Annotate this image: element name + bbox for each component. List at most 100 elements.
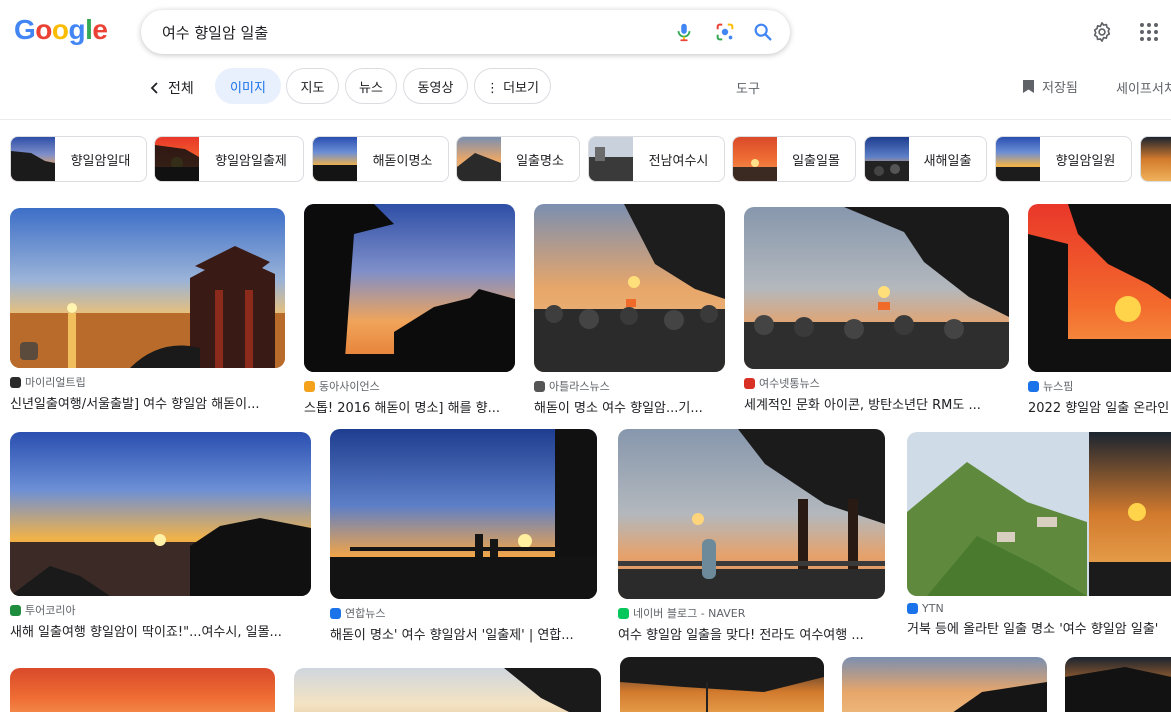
site-favicon-icon: [10, 376, 21, 388]
google-logo[interactable]: Google: [14, 14, 108, 46]
source-name: 마이리얼트립: [25, 376, 86, 389]
google-lens-icon[interactable]: [714, 21, 736, 43]
image-result[interactable]: 여수넷통뉴스 세계적인 문화 아이콘, 방탄소년단 RM도 ...: [744, 207, 1009, 413]
tab-label: 이미지: [230, 80, 266, 96]
chip-thumbnail: [865, 137, 909, 181]
image-result[interactable]: 동아사이언스 스톱! 2016 해돋이 명소] 해를 향...: [304, 204, 515, 416]
tab-label: 동영상: [417, 80, 454, 96]
related-chip[interactable]: 일출명소: [456, 136, 580, 182]
image-result[interactable]: [620, 657, 824, 712]
related-chip[interactable]: 새해일출: [864, 136, 987, 182]
result-image[interactable]: [304, 204, 515, 372]
search-tabs: 전체 이미지 지도 뉴스 동영상 ⋮ 더보기 도구 저장됨 세이프서치: [0, 66, 1171, 120]
result-source[interactable]: 아틀라스뉴스: [534, 378, 725, 394]
result-title[interactable]: 스톱! 2016 해돋이 명소] 해를 향...: [304, 397, 515, 416]
microphone-icon[interactable]: [673, 21, 695, 43]
image-result[interactable]: 투어코리아 새해 일출여행 향일암이 딱이죠!"...여수시, 일몰...: [10, 432, 311, 640]
related-chip[interactable]: 전남여수시: [588, 136, 725, 182]
result-source[interactable]: 동아사이언스: [304, 378, 515, 394]
red-sky-photo: [10, 668, 275, 712]
image-result[interactable]: [294, 668, 601, 712]
saved-button[interactable]: 저장됨: [1022, 77, 1078, 96]
tab-more[interactable]: ⋮ 더보기: [474, 68, 551, 104]
tab-label: 지도: [300, 80, 325, 96]
google-apps-grid-icon[interactable]: [1139, 22, 1159, 42]
tools-button[interactable]: 도구: [736, 78, 760, 97]
result-source[interactable]: 네이버 블로그 - NAVER: [618, 605, 885, 621]
chip-thumbnail: [589, 137, 633, 181]
image-result[interactable]: [1065, 657, 1171, 712]
chip-label: 일출명소: [516, 153, 564, 169]
result-image[interactable]: [620, 657, 824, 712]
chip-label: 새해일출: [923, 153, 972, 169]
site-favicon-icon: [534, 380, 545, 392]
result-title[interactable]: 여수 향일암 일출을 맞다! 전라도 여수여행 ...: [618, 624, 885, 643]
result-image[interactable]: [10, 668, 275, 712]
result-image[interactable]: [10, 432, 311, 596]
result-image[interactable]: [1028, 204, 1171, 372]
result-source[interactable]: 뉴스핌: [1028, 378, 1171, 394]
tab-images[interactable]: 이미지: [215, 68, 281, 104]
tab-maps[interactable]: 지도: [286, 68, 339, 104]
search-input[interactable]: 여수 향일암 일출: [162, 22, 268, 43]
result-image[interactable]: [842, 657, 1047, 712]
bookmark-icon: [1023, 80, 1034, 93]
related-chip[interactable]: 향일암일대: [10, 136, 147, 182]
dark-roof-photo: [1065, 657, 1171, 712]
search-box[interactable]: 여수 향일암 일출: [141, 10, 790, 54]
result-title[interactable]: 새해 일출여행 향일암이 딱이죠!"...여수시, 일몰...: [10, 621, 311, 640]
search-icon[interactable]: [752, 21, 774, 43]
pale-sky-photo: [294, 668, 601, 712]
chip-thumbnail: [11, 137, 55, 181]
result-image[interactable]: [907, 432, 1171, 596]
result-image[interactable]: [1065, 657, 1171, 712]
chip-label: 해돋이명소: [372, 153, 433, 169]
site-favicon-icon: [330, 607, 341, 619]
related-chip[interactable]: 일출일몰: [732, 136, 856, 182]
result-source[interactable]: YTN: [907, 602, 1171, 615]
result-source[interactable]: 연합뉴스: [330, 605, 597, 621]
related-chip[interactable]: 향일암일출제: [154, 136, 304, 182]
source-name: 뉴스핌: [1043, 380, 1074, 393]
tab-videos[interactable]: 동영상: [403, 68, 468, 104]
crowd-pavilion-photo: [744, 207, 1009, 369]
image-result[interactable]: 아틀라스뉴스 해돋이 명소 여수 향일암...기...: [534, 204, 725, 416]
safesearch-button[interactable]: 세이프서치: [1116, 78, 1171, 97]
result-image[interactable]: [330, 429, 597, 599]
chevron-left-icon: [150, 82, 158, 94]
chip-label: 향일암일출제: [215, 153, 287, 169]
result-source[interactable]: 투어코리아: [10, 602, 311, 618]
related-search-chips: 향일암일대 향일암일출제 해돋이명소 일출명소 전남여수시 일출일몰 새해일출 …: [0, 136, 1171, 182]
image-result[interactable]: [10, 668, 275, 712]
image-result[interactable]: 뉴스핌 2022 향일암 일출 온라인: [1028, 204, 1171, 416]
image-result[interactable]: [842, 657, 1047, 712]
settings-gear-icon[interactable]: [1091, 21, 1113, 43]
result-title[interactable]: 세계적인 문화 아이콘, 방탄소년단 RM도 ...: [744, 394, 1009, 413]
related-chip[interactable]: 향일암일원: [995, 136, 1132, 182]
source-name: YTN: [922, 602, 944, 615]
result-title[interactable]: 해돋이 명소' 여수 향일암서 '일출제' | 연합...: [330, 624, 597, 643]
result-title[interactable]: 해돋이 명소 여수 향일암...기...: [534, 397, 725, 416]
result-image[interactable]: [294, 668, 601, 712]
tab-news[interactable]: 뉴스: [345, 68, 397, 104]
image-result[interactable]: YTN 거북 등에 올라탄 일출 명소 '여수 향일암 일출': [907, 432, 1171, 637]
result-image[interactable]: [618, 429, 885, 599]
result-source[interactable]: 마이리얼트립: [10, 374, 285, 390]
related-chip[interactable]: [1140, 136, 1171, 182]
result-image[interactable]: [744, 207, 1009, 369]
result-image[interactable]: [10, 208, 285, 368]
result-title[interactable]: 신년일출여행/서울출발] 여수 향일암 해돋이...: [10, 393, 285, 412]
result-title[interactable]: 거북 등에 올라탄 일출 명소 '여수 향일암 일출': [907, 618, 1171, 637]
image-result[interactable]: 연합뉴스 해돋이 명소' 여수 향일암서 '일출제' | 연합...: [330, 429, 597, 643]
image-result[interactable]: 네이버 블로그 - NAVER 여수 향일암 일출을 맞다! 전라도 여수여행 …: [618, 429, 885, 643]
tab-all[interactable]: 전체: [150, 77, 194, 99]
header: Google 여수 향일암 일출: [0, 0, 1171, 66]
sea-sunrise-photo: [10, 432, 311, 596]
image-result[interactable]: 마이리얼트립 신년일출여행/서울출발] 여수 향일암 해돋이...: [10, 208, 285, 412]
chip-thumbnail: [155, 137, 199, 181]
result-title[interactable]: 2022 향일암 일출 온라인: [1028, 397, 1171, 416]
related-chip[interactable]: 해돋이명소: [312, 136, 449, 182]
result-image[interactable]: [534, 204, 725, 372]
result-source[interactable]: 여수넷통뉴스: [744, 375, 1009, 391]
red-sunrise-pavilion-photo: [1028, 204, 1171, 372]
